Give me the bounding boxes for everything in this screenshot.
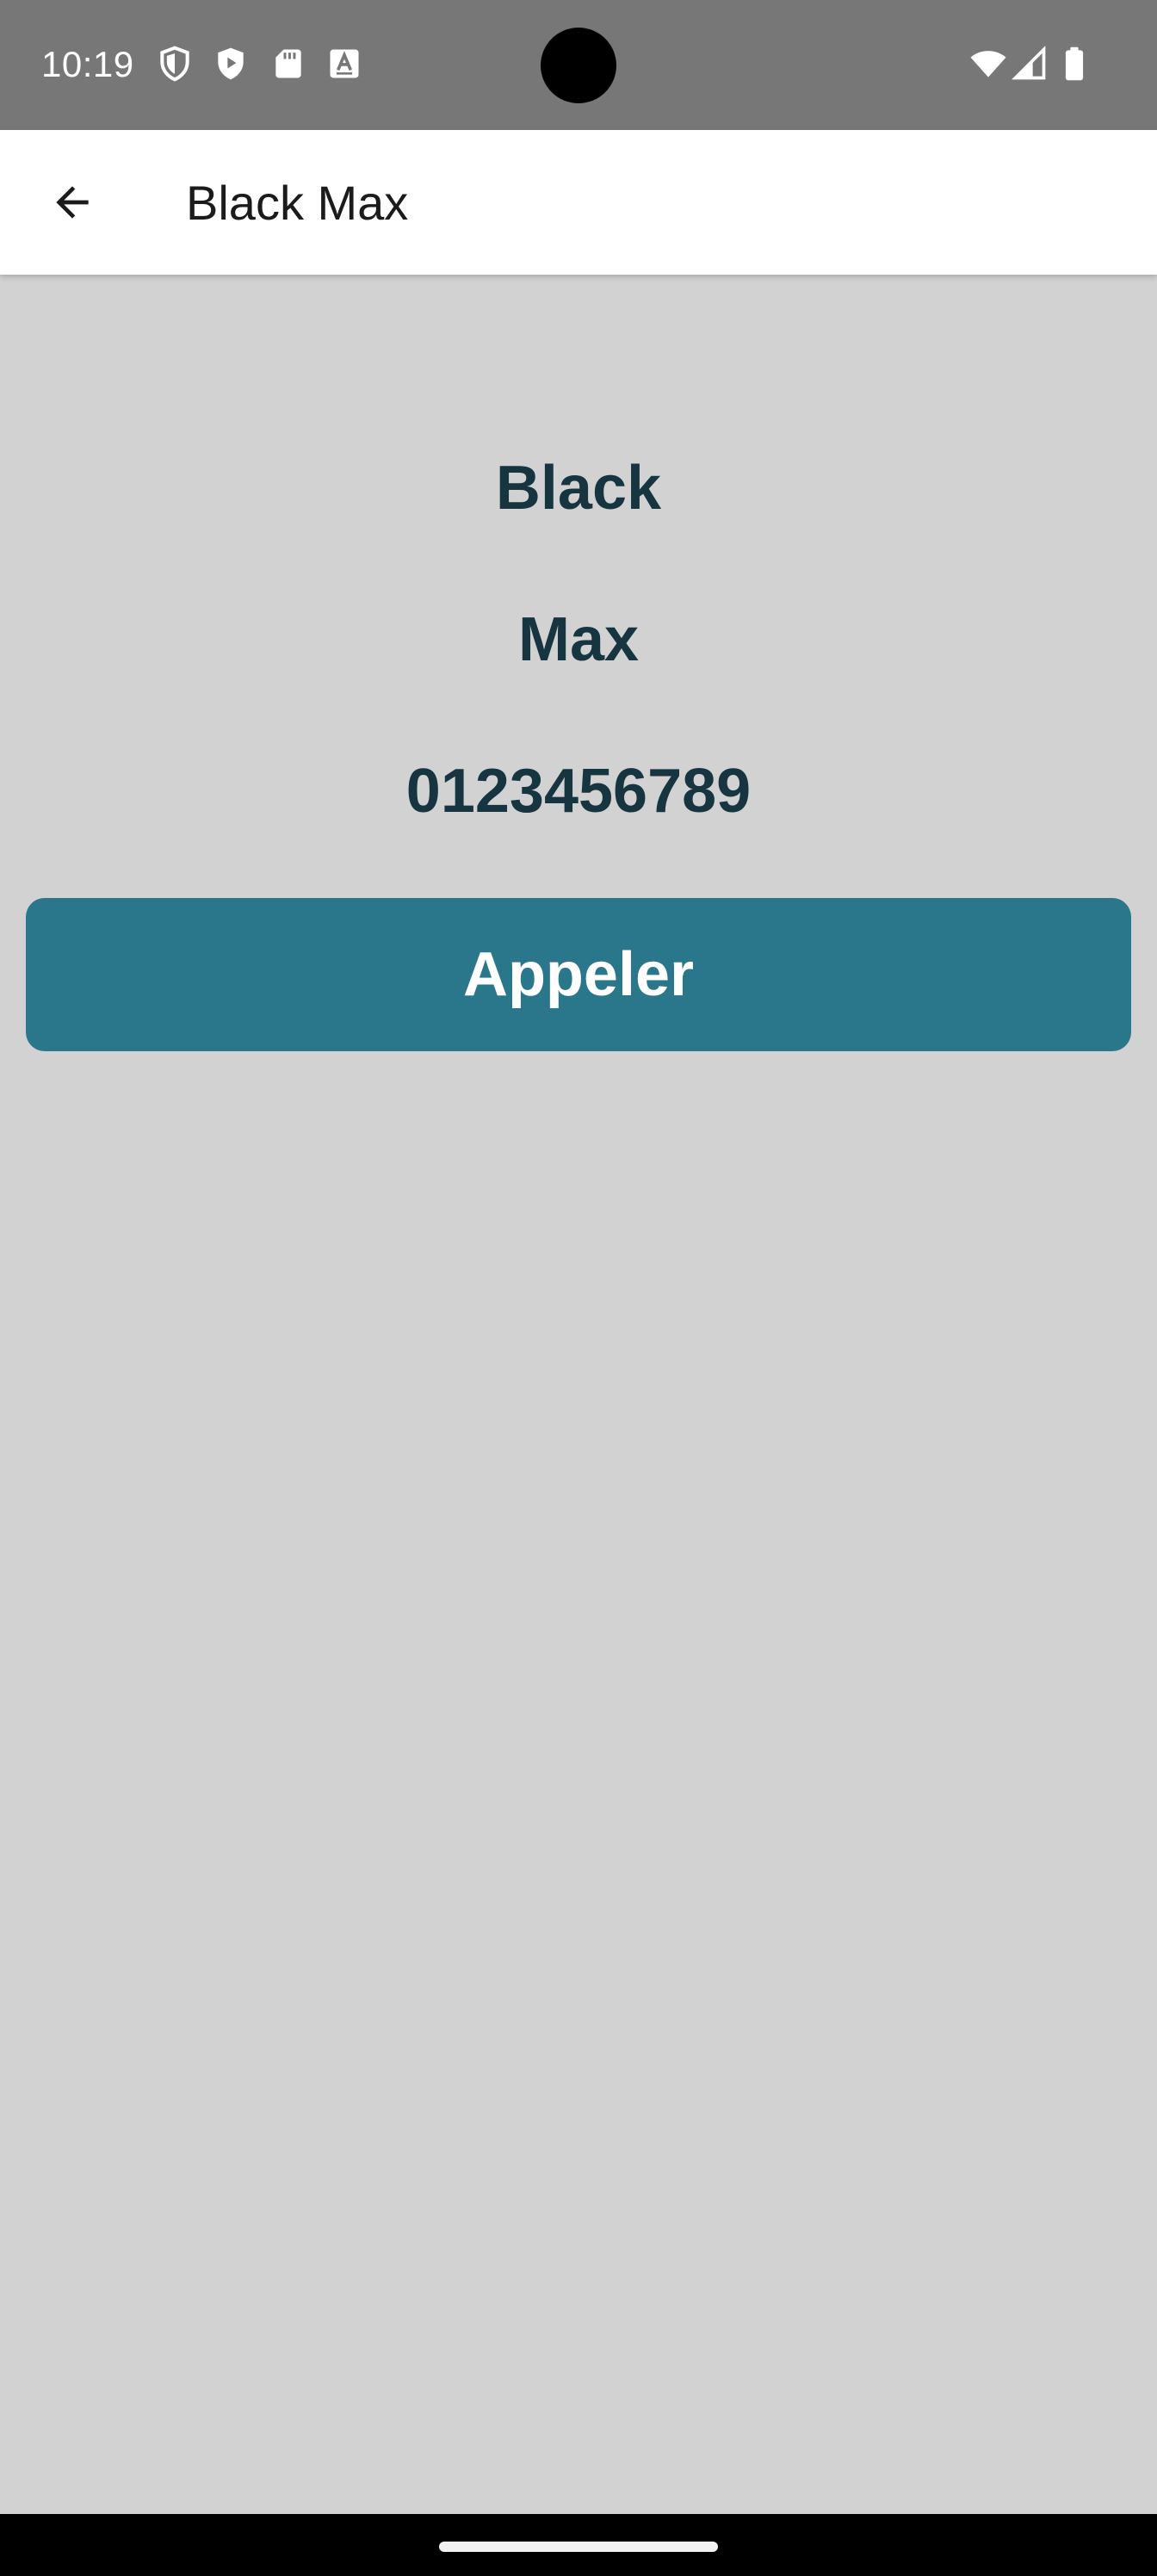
keyboard-a-icon <box>330 49 359 78</box>
shield-outline-icon <box>160 46 189 82</box>
navigation-bar <box>0 2514 1157 2576</box>
page-title: Black Max <box>186 176 409 230</box>
contact-last-name: Black <box>495 454 662 523</box>
shield-play-icon <box>218 47 244 80</box>
status-time: 10:19 <box>41 44 134 84</box>
cell-signal-icon <box>1012 46 1046 80</box>
wifi-icon <box>970 51 1006 77</box>
status-bar: 10:19 <box>0 0 1157 130</box>
sd-card-icon <box>275 49 301 78</box>
contact-phone-number: 0123456789 <box>405 757 752 826</box>
camera-cutout <box>541 28 616 103</box>
arrow-back-icon <box>56 186 89 219</box>
app-bar: Black Max <box>0 130 1157 275</box>
home-gesture-handle[interactable] <box>439 2542 718 2552</box>
battery-icon <box>1065 46 1084 81</box>
back-button[interactable] <box>31 161 114 244</box>
contact-first-name: Max <box>517 605 640 674</box>
call-button[interactable]: Appeler <box>26 898 1131 1051</box>
contact-detail-screen: 10:19 Black Max Black Max 0123456789 App… <box>0 0 1157 2576</box>
